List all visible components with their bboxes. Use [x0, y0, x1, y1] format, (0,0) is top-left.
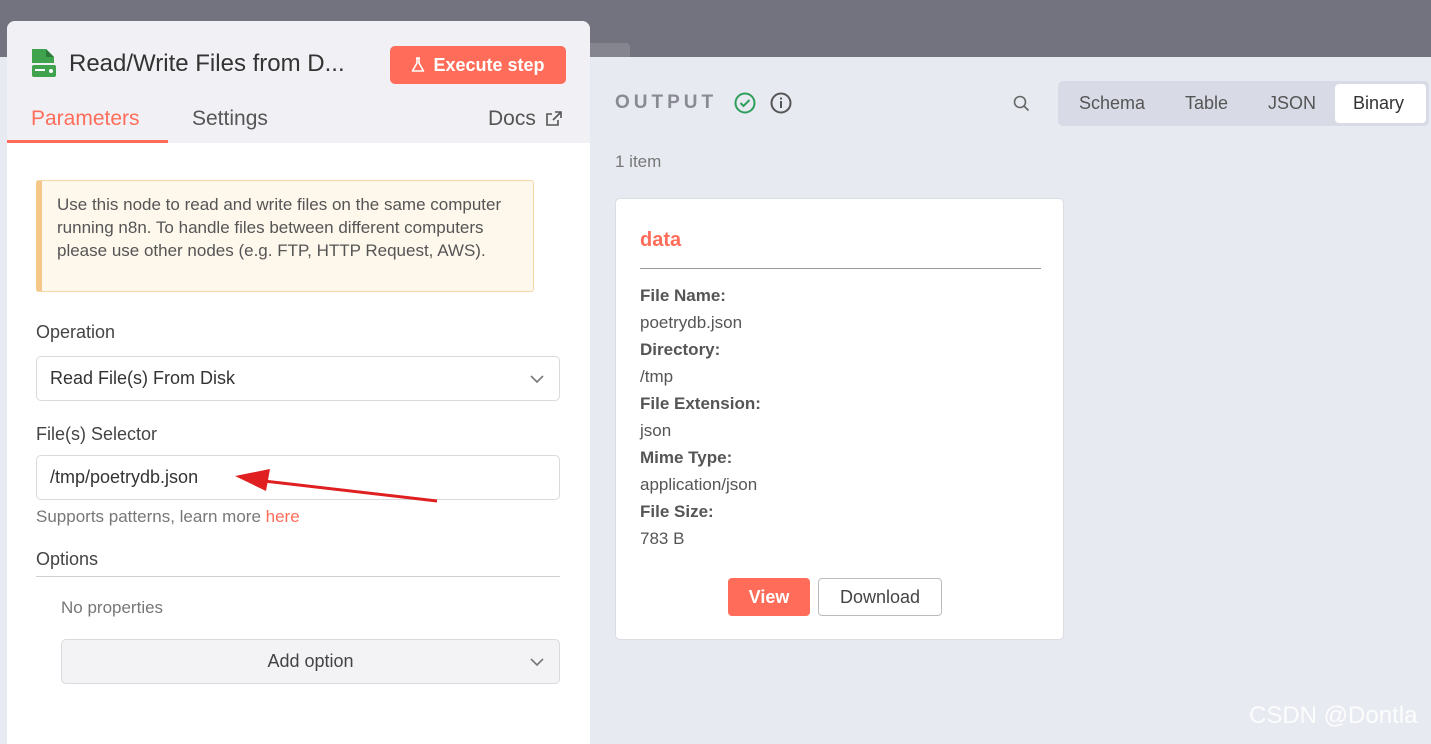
- patterns-hint: Supports patterns, learn more here: [36, 507, 300, 527]
- docs-label: Docs: [488, 107, 536, 130]
- operation-value: Read File(s) From Disk: [50, 368, 236, 388]
- no-properties-text: No properties: [61, 598, 164, 617]
- annotation-arrow: [235, 469, 438, 503]
- options-divider: [36, 576, 560, 577]
- tab-schema[interactable]: Schema: [1079, 93, 1145, 114]
- flask-icon: [412, 57, 425, 72]
- operation-select[interactable]: Read File(s) From Disk: [36, 356, 560, 401]
- file-size-value: 783 B: [640, 529, 685, 548]
- file-name-key: File Name:: [640, 286, 726, 305]
- chevron-down-icon: [530, 658, 544, 667]
- chevron-down-icon: [530, 375, 544, 384]
- file-extension-value: json: [640, 421, 672, 440]
- file-selector-value: /tmp/poetrydb.json: [50, 467, 199, 487]
- binary-property-name: data: [640, 229, 682, 251]
- add-option-button[interactable]: Add option: [61, 639, 560, 684]
- file-name-value: poetrydb.json: [640, 313, 743, 332]
- file-selector-label: File(s) Selector: [36, 424, 158, 444]
- tab-binary[interactable]: Binary: [1353, 93, 1404, 114]
- execute-step-button[interactable]: Execute step: [390, 46, 566, 84]
- view-button[interactable]: View: [728, 578, 810, 616]
- download-button[interactable]: Download: [818, 578, 942, 616]
- mime-type-value: application/json: [640, 475, 758, 494]
- operation-label: Operation: [36, 322, 116, 342]
- mime-type-key: Mime Type:: [640, 448, 733, 467]
- add-option-label: Add option: [267, 651, 354, 671]
- file-size-key: File Size:: [640, 502, 714, 521]
- info-icon[interactable]: [770, 92, 792, 114]
- options-label: Options: [36, 549, 99, 569]
- external-link-icon: [546, 111, 562, 126]
- execute-step-label: Execute step: [433, 54, 545, 75]
- info-notice: Use this node to read and write files on…: [36, 180, 534, 292]
- directory-value: /tmp: [640, 367, 674, 386]
- file-disk-icon: [32, 49, 56, 77]
- card-divider: [640, 268, 1041, 269]
- watermark: CSDN @Dontla: [1249, 702, 1418, 729]
- search-icon[interactable]: [1013, 95, 1030, 112]
- binary-data-card: data File Name: poetrydb.json Directory:…: [615, 198, 1064, 640]
- tab-parameters[interactable]: Parameters: [31, 107, 140, 131]
- item-count: 1 item: [615, 152, 662, 171]
- active-tab-indicator: [7, 140, 168, 143]
- node-title: Read/Write Files from D...: [69, 50, 345, 77]
- tab-settings[interactable]: Settings: [192, 107, 268, 131]
- success-check-icon: [734, 92, 756, 114]
- node-parameters-panel: Read/Write Files from D... Execute step …: [7, 21, 590, 744]
- docs-link[interactable]: Docs: [488, 107, 562, 131]
- output-view-tabs: Schema Table JSON Binary: [1058, 81, 1429, 126]
- output-title: OUTPUT: [615, 92, 718, 113]
- tab-json[interactable]: JSON: [1268, 93, 1316, 114]
- file-extension-key: File Extension:: [640, 394, 761, 413]
- directory-key: Directory:: [640, 340, 721, 359]
- tab-table[interactable]: Table: [1185, 93, 1228, 114]
